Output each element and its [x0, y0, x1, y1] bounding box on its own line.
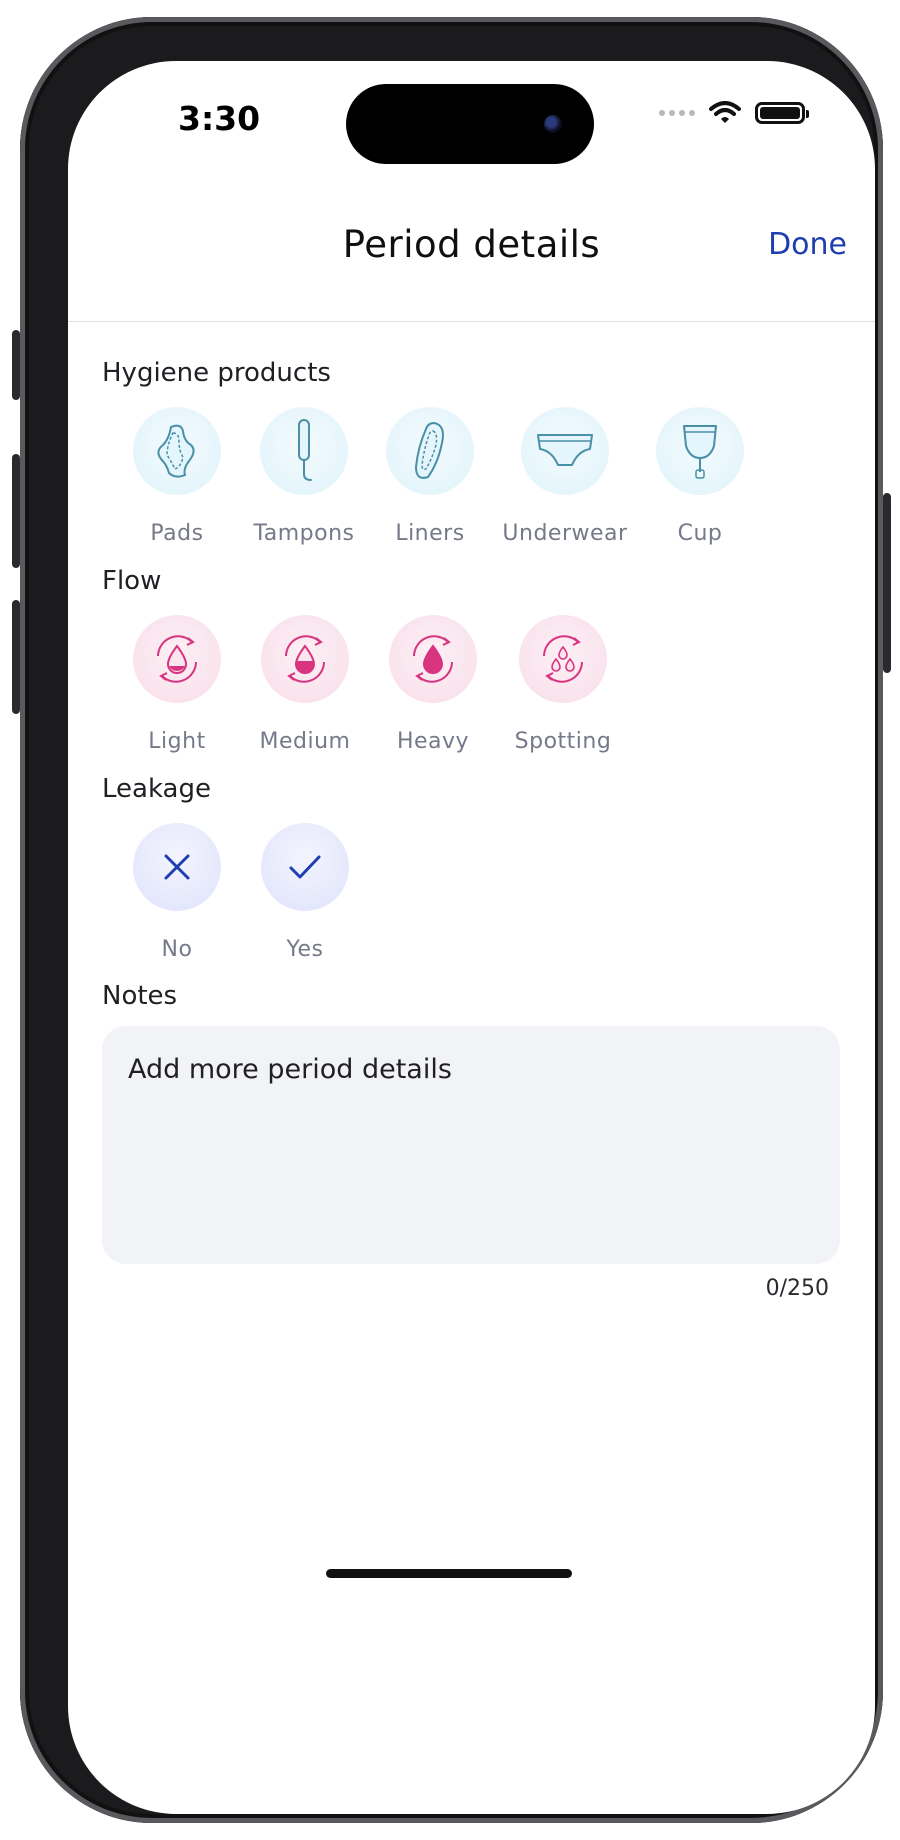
- page-title: Period details: [342, 223, 601, 266]
- heavy-flow-icon: [389, 615, 477, 703]
- option-liners[interactable]: Liners: [355, 407, 505, 546]
- home-indicator[interactable]: [326, 1569, 572, 1578]
- underwear-icon: [521, 407, 609, 495]
- leakage-section-label: Leakage: [102, 774, 211, 804]
- light-flow-icon: [133, 615, 221, 703]
- screen: 3:30 Period details Done Hygiene product…: [68, 61, 875, 1814]
- notes-input[interactable]: [126, 1052, 820, 1246]
- menstrual-cup-icon: [656, 407, 744, 495]
- volume-up-button: [12, 454, 20, 568]
- option-underwear[interactable]: Underwear: [490, 407, 640, 546]
- medium-flow-icon: [261, 615, 349, 703]
- check-icon: [261, 823, 349, 911]
- status-icons: [659, 101, 809, 125]
- hygiene-section-label: Hygiene products: [102, 358, 331, 388]
- option-label: Spotting: [514, 729, 612, 754]
- signal-icon: [659, 110, 695, 116]
- character-counter: 0/250: [765, 1276, 829, 1301]
- wifi-icon: [709, 101, 741, 123]
- option-label: Yes: [286, 937, 324, 962]
- option-label: Heavy: [396, 729, 470, 754]
- phone-frame: 3:30 Period details Done Hygiene product…: [12, 17, 891, 1823]
- pad-icon: [133, 407, 221, 495]
- action-button: [12, 330, 20, 400]
- done-button[interactable]: Done: [768, 227, 847, 262]
- notes-section-label: Notes: [102, 981, 178, 1011]
- power-button: [883, 493, 891, 673]
- tampon-icon: [260, 407, 348, 495]
- option-cup[interactable]: Cup: [625, 407, 775, 546]
- dynamic-island: [346, 84, 594, 164]
- liner-icon: [386, 407, 474, 495]
- notes-field-container: [102, 1026, 840, 1264]
- header-divider: [68, 321, 875, 322]
- status-time: 3:30: [178, 99, 261, 138]
- battery-icon: [755, 102, 809, 124]
- volume-down-button: [12, 600, 20, 714]
- flow-section-label: Flow: [102, 566, 162, 596]
- option-yes[interactable]: Yes: [230, 823, 380, 962]
- close-icon: [133, 823, 221, 911]
- option-label: Underwear: [502, 521, 628, 546]
- option-heavy[interactable]: Heavy: [358, 615, 508, 754]
- camera-lens: [544, 115, 562, 133]
- option-spotting[interactable]: Spotting: [488, 615, 638, 754]
- option-label: Liners: [395, 521, 465, 546]
- option-label: Cup: [677, 521, 723, 546]
- spotting-icon: [519, 615, 607, 703]
